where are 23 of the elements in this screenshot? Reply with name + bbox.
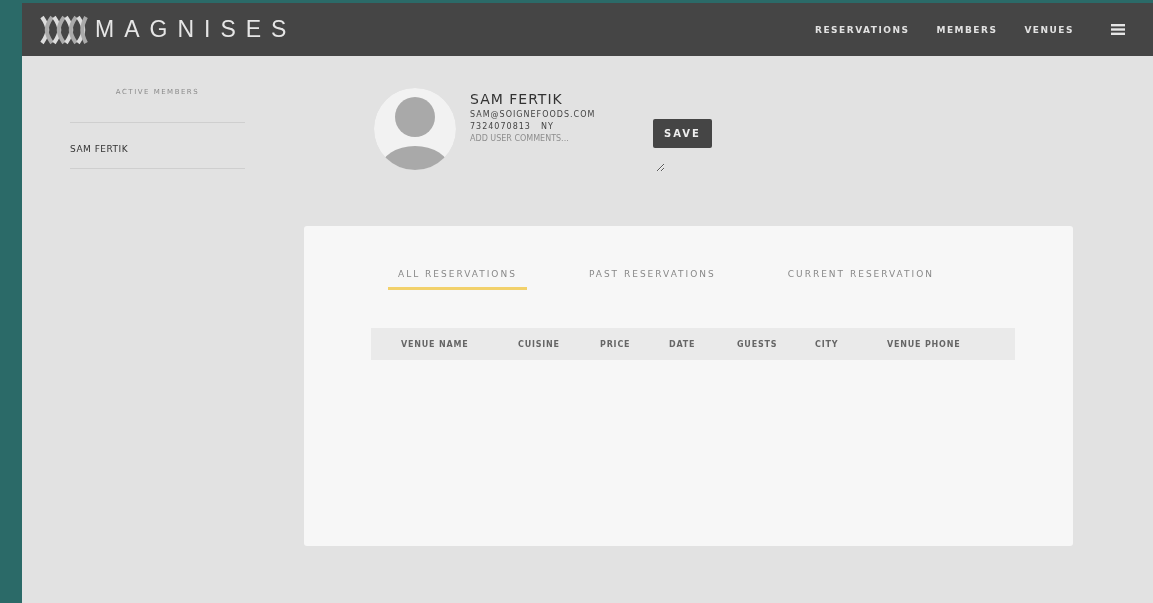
save-button[interactable]: SAVE [653, 119, 712, 148]
member-state: NY [540, 122, 554, 131]
column-header: CUISINE [518, 339, 561, 349]
nav-link[interactable]: RESERVATIONS [815, 24, 910, 35]
logo-icon [39, 14, 89, 45]
column-header: CITY [815, 339, 840, 349]
column-header: VENUE NAME [401, 339, 470, 349]
member-email: SAM@SOIGNEFOODS.COM [470, 110, 597, 119]
member-item[interactable]: SAM FERTIK [70, 123, 245, 169]
nav-link[interactable]: VENUES [1024, 24, 1074, 35]
reservation-tab[interactable]: PAST RESERVATIONS [578, 266, 726, 290]
column-header: GUESTS [737, 339, 779, 349]
column-header: VENUE PHONE [887, 339, 962, 349]
column-header: PRICE [600, 339, 632, 349]
nav-link[interactable]: MEMBERS [936, 24, 998, 35]
logo-text: MAGNISES [95, 16, 297, 43]
member-phone: 7324070813 [470, 122, 531, 131]
column-header: DATE [669, 339, 697, 349]
menu-icon[interactable] [1111, 24, 1125, 35]
member-name: SAM FERTIK [470, 91, 564, 107]
reservation-tab[interactable]: CURRENT RESERVATION [777, 266, 945, 290]
reservation-tab[interactable]: ALL RESERVATIONS [388, 266, 527, 290]
avatar-icon [374, 88, 456, 170]
